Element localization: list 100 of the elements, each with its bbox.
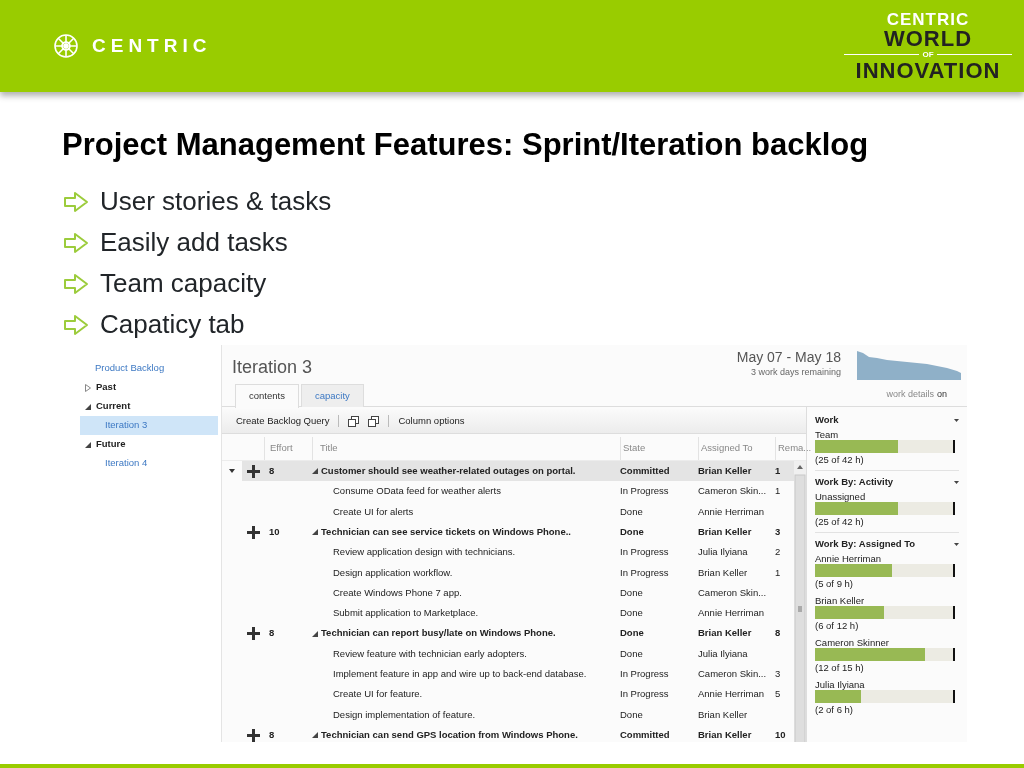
- table-row[interactable]: 8 Technician can report busy/late on Windows Phone. Done Brian Keller 8: [242, 623, 794, 644]
- table-cell: In Progress: [620, 485, 669, 497]
- sidebar-item[interactable]: Product Backlog: [80, 359, 218, 378]
- logo-text: INNOVATION: [855, 59, 1001, 82]
- capacity-reading: (5 of 9 h): [815, 577, 855, 590]
- column-header[interactable]: Assigned To: [701, 441, 753, 456]
- expanded-triangle-icon[interactable]: [312, 468, 318, 475]
- bullet-text: User stories & tasks: [100, 185, 332, 218]
- table-row[interactable]: Create Windows Phone 7 app. Done Cameron Skin...: [242, 582, 794, 604]
- capacity-reading: (12 of 15 h): [815, 661, 865, 674]
- table-cell: Brian Keller: [698, 465, 752, 476]
- plus-icon[interactable]: [246, 464, 260, 478]
- windows-icon[interactable]: [348, 415, 360, 427]
- table-cell: In Progress: [620, 546, 669, 558]
- capacity-name: Unassigned: [815, 490, 867, 502]
- table-cell: Done: [620, 647, 643, 659]
- sidebar-group[interactable]: Future: [80, 435, 218, 454]
- table-cell: Create UI for alerts: [333, 504, 414, 519]
- table-row[interactable]: Design implementation of feature. Done Brian Keller: [242, 704, 794, 725]
- dropdown-caret-icon[interactable]: [954, 542, 959, 546]
- logo-text: CENTRIC: [92, 33, 212, 58]
- table-row[interactable]: Design application workflow. In Progress Brian Keller 1: [242, 562, 794, 583]
- table-row[interactable]: 8 Customer should see weather-related outages on portal. Committed Brian Keller 1: [242, 461, 794, 482]
- group-label: Past: [96, 380, 117, 395]
- table-cell: Cameron Skin...: [698, 485, 767, 497]
- section-title: Work By: Activity: [815, 474, 894, 489]
- capacity-name: Brian Keller: [815, 594, 866, 606]
- dropdown-caret-icon[interactable]: [954, 480, 959, 484]
- table-cell: Cameron Skin...: [698, 668, 767, 679]
- toolbar-button[interactable]: Column options: [398, 413, 465, 429]
- capacity-name: Annie Herriman: [815, 552, 882, 564]
- expanded-triangle-icon[interactable]: [312, 529, 318, 536]
- arrow-icon: [62, 312, 90, 337]
- table-row[interactable]: Implement feature in app and wire up to back-end database. In Progress Cameron Skin... 3: [242, 663, 794, 685]
- table-row[interactable]: Create UI for alerts Done Annie Herriman: [242, 501, 794, 522]
- toolbar-button[interactable]: Create Backlog Query: [236, 413, 330, 429]
- table-cell: Design application workflow.: [333, 565, 453, 580]
- sidebar-item[interactable]: Iteration 4: [80, 454, 218, 473]
- work-details-toggle[interactable]: on: [937, 388, 947, 402]
- logo-text: OF: [922, 50, 934, 59]
- table-cell: 1: [775, 465, 781, 476]
- iteration-title: Iteration 3: [231, 356, 314, 379]
- table-cell: 8: [775, 627, 781, 639]
- windows-icon[interactable]: [368, 415, 380, 427]
- table-cell: Annie Herriman: [698, 607, 764, 619]
- table-cell: Brian Keller: [698, 728, 752, 740]
- column-header[interactable]: Rema...: [778, 441, 812, 456]
- table-cell: 3: [775, 668, 781, 679]
- table-row[interactable]: 10 Technician can see service tickets on Windows Phone.. Done Brian Keller 3: [242, 521, 794, 543]
- table-cell: Committed: [620, 728, 670, 740]
- capacity-reading: (2 of 6 h): [815, 703, 855, 716]
- table-cell: In Progress: [620, 688, 669, 700]
- table-cell: 10: [775, 728, 786, 740]
- section-title: Work: [815, 412, 839, 427]
- table-cell: Julia Ilyiana: [698, 647, 748, 659]
- table-row[interactable]: 8 Technician can send GPS location from Windows Phone. Committed Brian Keller 10: [242, 724, 794, 742]
- table-cell: 2: [775, 546, 781, 558]
- capacity-name: Julia Ilyiana: [815, 678, 866, 690]
- column-header[interactable]: Effort: [270, 441, 293, 456]
- expanded-triangle-icon[interactable]: [85, 441, 91, 448]
- plus-icon[interactable]: [246, 525, 260, 539]
- collapsed-triangle-icon[interactable]: [85, 383, 91, 392]
- table-cell: Done: [620, 708, 643, 720]
- table-cell: Julia Ilyiana: [698, 546, 748, 558]
- table-cell: 8: [269, 465, 275, 476]
- table-cell: In Progress: [620, 566, 669, 578]
- column-header[interactable]: Title: [320, 441, 338, 456]
- tab[interactable]: contents: [235, 384, 299, 408]
- tab[interactable]: capacity: [300, 384, 364, 407]
- expanded-triangle-icon[interactable]: [312, 732, 318, 738]
- table-row[interactable]: Review feature with technician early adopters. Done Julia Ilyiana: [242, 643, 794, 664]
- date-range: May 07 - May 18: [736, 349, 841, 366]
- days-remaining: 3 work days remaining: [750, 366, 841, 379]
- dropdown-caret-icon[interactable]: [954, 418, 959, 422]
- table-row[interactable]: Submit application to Marketplace. Done Annie Herriman: [242, 603, 794, 624]
- table-cell: 5: [775, 688, 781, 700]
- plus-icon[interactable]: [246, 728, 260, 742]
- table-cell-text: Customer should see weather-related outages on portal.: [321, 464, 576, 478]
- expanded-triangle-icon[interactable]: [312, 630, 318, 637]
- sidebar-item[interactable]: Iteration 3: [80, 416, 218, 435]
- table-row[interactable]: Review application design with technicians. In Progress Julia Ilyiana 2: [242, 542, 794, 563]
- caret-icon[interactable]: [229, 469, 235, 474]
- table-cell: Annie Herriman: [698, 688, 764, 700]
- table-cell: Done: [620, 586, 643, 598]
- table-row[interactable]: Consume OData feed for weather alerts In Progress Cameron Skin... 1: [242, 481, 794, 502]
- capacity-reading: (25 of 42 h): [815, 515, 865, 528]
- group-label: Current: [96, 399, 131, 414]
- capacity-reading: (25 of 42 h): [815, 453, 865, 466]
- group-label: Future: [96, 437, 126, 452]
- arrow-icon: [62, 230, 90, 255]
- sidebar-group[interactable]: Past: [80, 378, 218, 397]
- expanded-triangle-icon[interactable]: [85, 403, 91, 410]
- plus-icon[interactable]: [246, 627, 260, 640]
- column-header[interactable]: State: [623, 441, 646, 456]
- sidebar-group[interactable]: Current: [80, 397, 218, 416]
- table-cell: Create UI for feature.: [333, 687, 423, 702]
- scrollbar[interactable]: [794, 461, 806, 742]
- table-row[interactable]: Create UI for feature. In Progress Annie Herriman 5: [242, 684, 794, 705]
- table-cell: 1: [775, 566, 781, 578]
- table-cell: 10: [269, 525, 280, 537]
